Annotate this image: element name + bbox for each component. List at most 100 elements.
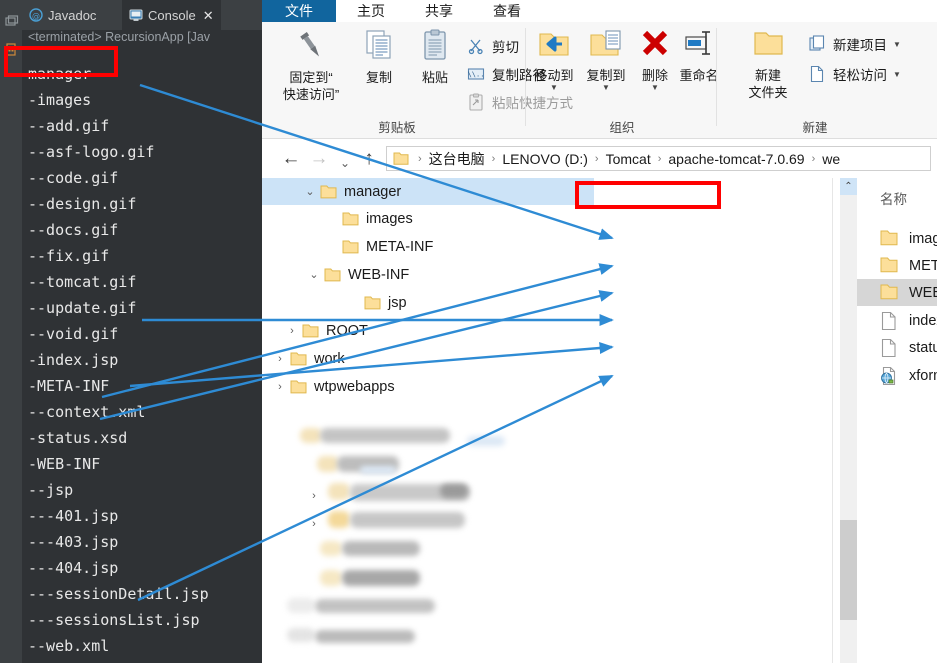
tree-scrollbar[interactable]: ⌃ (840, 178, 857, 663)
chevron-down-icon[interactable]: ▼ (893, 70, 901, 78)
cut-label: 剪切 (492, 40, 519, 55)
chevron-right-icon[interactable]: › (306, 516, 322, 532)
copy-button[interactable]: 复制 (354, 28, 404, 86)
tree-item-images[interactable]: › images (262, 205, 594, 232)
forward-button: → (309, 148, 329, 169)
tree-item-manager[interactable]: ⌄ manager (262, 178, 594, 205)
list-item-meta-inf[interactable]: META-INF (857, 252, 937, 279)
tree-item-meta-inf[interactable]: › META-INF (262, 233, 594, 260)
chevron-down-icon[interactable]: ▼ (651, 84, 659, 92)
breadcrumb-item-webapps[interactable]: we (822, 151, 840, 167)
tree-item-work[interactable]: › work (262, 345, 594, 372)
ribbon-panel: 固定到“ 快速访问” 复制 粘贴 剪切 \\.. 复制路径 粘贴快捷方式 剪贴板… (262, 22, 937, 139)
column-header-row: 名称 ⌃ (857, 178, 937, 212)
folder-icon (324, 267, 341, 283)
easy-access-icon (808, 65, 828, 83)
folder-icon (364, 295, 381, 311)
svg-text:\\..: \\.. (468, 71, 485, 79)
ribbon-group-organize: 移动到 ▼ 复制到 ▼ 删除 ▼ 重命名 组织 (527, 22, 719, 138)
ribbon-tab-file[interactable]: 文件 (262, 0, 336, 22)
chevron-down-icon[interactable]: ⌄ (302, 184, 318, 200)
scrollbar-thumb[interactable] (840, 520, 857, 620)
breadcrumb-separator: › (594, 152, 599, 165)
chevron-down-icon[interactable]: ▼ (550, 84, 558, 92)
scroll-up-icon[interactable]: ⌃ (840, 178, 857, 195)
close-icon[interactable]: ✕ (203, 9, 214, 22)
chevron-right-icon[interactable]: › (272, 351, 288, 367)
ribbon-tab-share[interactable]: 共享 (408, 0, 470, 22)
chevron-down-icon[interactable]: ▼ (602, 84, 610, 92)
breadcrumb-item-apache-tomcat[interactable]: apache-tomcat-7.0.69 (668, 151, 804, 167)
tree-item-work-label: work (314, 350, 345, 367)
list-item-index-jsp[interactable]: index.jsp (857, 307, 937, 334)
chevron-right-icon[interactable]: › (306, 488, 322, 504)
new-item-label: 新建项目 (833, 38, 887, 53)
tab-javadoc[interactable]: @ Javadoc (22, 0, 103, 30)
chevron-down-icon[interactable]: ⌄ (306, 267, 322, 283)
tree-item-jsp-label: jsp (388, 294, 407, 311)
ribbon-group-clipboard-label: 剪贴板 (378, 121, 416, 135)
pin-to-quick-access-button[interactable]: 固定到“ 快速访问” (272, 28, 350, 103)
list-item-images[interactable]: images (857, 225, 937, 252)
easy-access-button[interactable]: 轻松访问 ▼ (808, 64, 901, 84)
move-to-icon (536, 28, 572, 64)
new-folder-button[interactable]: 新建 文件夹 (740, 28, 796, 101)
console-icon (129, 8, 143, 22)
ribbon-tab-home[interactable]: 主页 (340, 0, 402, 22)
new-folder-label-1: 新建 (754, 68, 781, 83)
breadcrumb-item-tomcat[interactable]: Tomcat (606, 151, 651, 167)
folder-icon (320, 184, 337, 200)
move-to-button[interactable]: 移动到 ▼ (529, 28, 579, 92)
column-header-name[interactable]: 名称 (880, 188, 907, 208)
console-manager-highlight-box (4, 46, 118, 77)
tab-console-label: Console (148, 7, 196, 23)
new-item-button[interactable]: 新建项目 ▼ (808, 34, 901, 54)
folder-icon (342, 211, 359, 227)
restore-view-icon[interactable] (4, 14, 19, 29)
back-button[interactable]: ← (280, 148, 302, 170)
chevron-down-icon[interactable]: ▼ (893, 40, 901, 48)
new-folder-label-2: 文件夹 (748, 85, 788, 100)
breadcrumb-separator: › (657, 152, 662, 165)
copy-icon (362, 28, 396, 66)
scissors-icon (467, 37, 487, 55)
tree-item-jsp[interactable]: › jsp (262, 289, 594, 316)
tree-item-manager-label: manager (344, 183, 402, 200)
move-to-label: 移动到 (534, 68, 574, 83)
file-list-pane[interactable]: 名称 ⌃ images META-INF WEB-INF (857, 178, 937, 663)
breadcrumb-item-this-pc[interactable]: 这台电脑 (429, 149, 485, 169)
paste-button[interactable]: 粘贴 (410, 28, 460, 86)
list-item-status-xsd-label: status.xsd (909, 339, 937, 356)
recent-locations-button[interactable]: ⌄ (334, 152, 356, 174)
breadcrumb[interactable]: › 这台电脑 › LENOVO (D:) › Tomcat › apache-t… (386, 146, 931, 171)
copy-to-button[interactable]: 复制到 ▼ (581, 28, 631, 92)
list-item-status-xsd[interactable]: status.xsd (857, 334, 937, 361)
eclipse-view-gutter (0, 0, 22, 663)
chevron-right-icon[interactable]: › (284, 323, 300, 339)
up-button[interactable]: ↑ (358, 148, 380, 170)
pane-divider[interactable] (832, 178, 833, 663)
list-item-images-label: images (909, 230, 937, 247)
tree-item-wtpwebapps[interactable]: › wtpwebapps (262, 373, 594, 400)
svg-text:@: @ (32, 12, 40, 21)
ribbon-tab-view[interactable]: 查看 (476, 0, 538, 22)
tree-manager-highlight-box (575, 181, 721, 209)
tree-item-root[interactable]: › ROOT (262, 317, 594, 344)
breadcrumb-item-lenovo-d[interactable]: LENOVO (D:) (502, 151, 588, 167)
delete-button[interactable]: 删除 ▼ (633, 28, 677, 92)
copy-to-label: 复制到 (586, 68, 626, 83)
console-output-area[interactable]: manager -images --add.gif --asf-logo.gif… (22, 46, 262, 663)
tree-item-web-inf[interactable]: ⌄ WEB-INF (262, 261, 594, 288)
breadcrumb-separator: › (491, 152, 496, 165)
ribbon-group-new: 新建 文件夹 新建项目 ▼ 轻松访问 ▼ 新建 (720, 22, 937, 138)
chevron-placeholder-icon: › (346, 295, 362, 311)
list-item-web-inf[interactable]: WEB-INF (857, 279, 937, 306)
list-item-xform-xsl[interactable]: xform.xsl (857, 362, 937, 389)
tab-console[interactable]: Console ✕ (122, 0, 221, 30)
navigation-tree-pane[interactable]: ⌄ manager › images › META-INF ⌄ W (262, 178, 594, 663)
tree-item-meta-inf-label: META-INF (366, 238, 434, 255)
file-icon (879, 311, 899, 331)
cut-button[interactable]: 剪切 (467, 36, 519, 56)
copy-to-icon (588, 28, 624, 64)
chevron-right-icon[interactable]: › (272, 379, 288, 395)
